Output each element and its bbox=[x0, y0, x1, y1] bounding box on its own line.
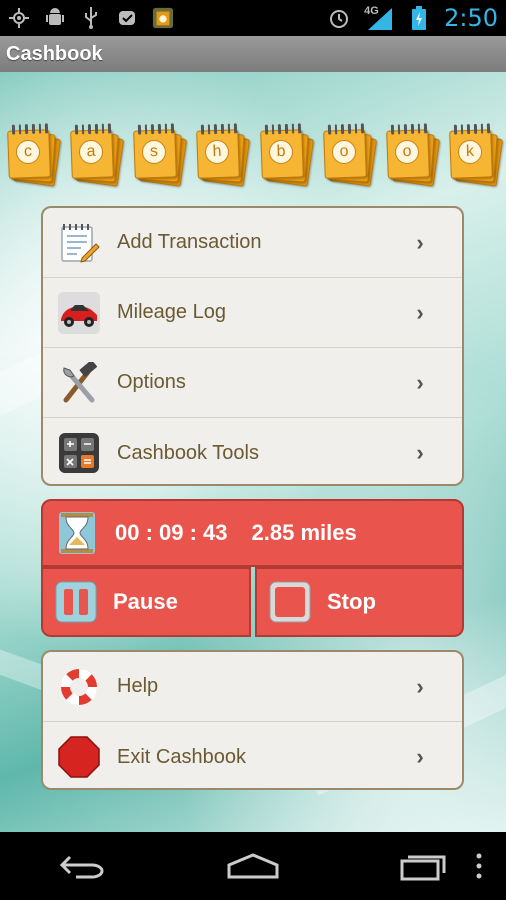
usb-icon bbox=[80, 7, 102, 29]
stop-sign-icon bbox=[57, 735, 101, 779]
notepad-letter-c: c bbox=[6, 123, 62, 187]
app-title: Cashbook bbox=[6, 43, 103, 65]
chevron-right-icon: › bbox=[416, 440, 424, 465]
overflow-menu-icon[interactable] bbox=[474, 851, 484, 881]
signal-icon: 4G bbox=[364, 5, 394, 30]
menu-item-mileage-log[interactable]: Mileage Log › bbox=[43, 278, 462, 348]
secondary-menu: Help › Exit Cashbook › bbox=[41, 650, 464, 790]
chevron-right-icon: › bbox=[416, 673, 424, 699]
stop-button[interactable]: Stop bbox=[255, 567, 464, 637]
app-title-bar: Cashbook bbox=[0, 36, 506, 72]
menu-label: Add Transaction bbox=[117, 231, 262, 253]
stop-label: Stop bbox=[327, 589, 376, 614]
battery-charging-icon bbox=[408, 6, 430, 30]
notepad-letter-a: a bbox=[69, 123, 125, 187]
menu-label: Help bbox=[117, 675, 159, 697]
menu-item-cashbook-tools[interactable]: Cashbook Tools › bbox=[43, 418, 462, 484]
cashbook-banner: c a s h b o o k bbox=[6, 123, 504, 188]
android-debug-icon bbox=[44, 7, 66, 29]
menu-item-add-transaction[interactable]: Add Transaction › bbox=[43, 208, 462, 278]
chevron-right-icon: › bbox=[416, 369, 424, 395]
stop-icon bbox=[269, 581, 311, 623]
gps-icon bbox=[8, 7, 30, 29]
notepad-letter-s: s bbox=[132, 123, 188, 187]
mileage-tracker: 00 : 09 : 43 2.85 miles Pause Stop bbox=[41, 499, 464, 638]
red-car-icon bbox=[57, 291, 101, 335]
back-icon[interactable] bbox=[58, 851, 108, 881]
notepad-letter-o: o bbox=[322, 123, 377, 187]
notepad-letter-o: o bbox=[385, 123, 440, 187]
network-type-label: 4G bbox=[364, 5, 379, 17]
pause-button[interactable]: Pause bbox=[41, 567, 251, 637]
system-navigation-bar bbox=[0, 832, 506, 900]
notepad-letter-h: h bbox=[195, 123, 251, 187]
hammer-wrench-icon bbox=[57, 361, 101, 405]
pause-label: Pause bbox=[113, 589, 178, 614]
recent-apps-icon[interactable] bbox=[398, 851, 448, 881]
notepad-letter-b: b bbox=[259, 123, 314, 187]
home-icon[interactable] bbox=[225, 851, 281, 881]
elapsed-time: 00 : 09 : 43 bbox=[115, 520, 228, 545]
cashbook-notification-icon bbox=[152, 7, 174, 29]
menu-item-help[interactable]: Help › bbox=[43, 652, 462, 722]
app-notification-icon bbox=[116, 7, 138, 29]
clock-time: 2:50 bbox=[444, 4, 498, 32]
menu-label: Cashbook Tools bbox=[117, 441, 259, 464]
pause-icon bbox=[55, 581, 97, 623]
calculator-icon bbox=[57, 431, 101, 475]
tracker-readout: 00 : 09 : 43 2.85 miles bbox=[41, 499, 464, 567]
notepad-pencil-icon bbox=[57, 221, 101, 265]
main-menu: Add Transaction › Mileage Log › Options … bbox=[41, 206, 464, 486]
chevron-right-icon: › bbox=[416, 229, 424, 255]
menu-label: Exit Cashbook bbox=[117, 745, 246, 768]
menu-label: Options bbox=[117, 371, 186, 393]
banner-letter: b bbox=[268, 139, 293, 165]
chevron-right-icon: › bbox=[416, 744, 424, 769]
lifebuoy-icon bbox=[57, 665, 101, 709]
menu-item-exit-cashbook[interactable]: Exit Cashbook › bbox=[43, 722, 462, 788]
hourglass-icon bbox=[59, 512, 95, 554]
main-content: c a s h b o o k Add Transaction › Mileag… bbox=[0, 72, 506, 832]
status-bar: 4G 2:50 bbox=[0, 0, 506, 36]
notepad-letter-k: k bbox=[448, 123, 504, 187]
chevron-right-icon: › bbox=[416, 299, 424, 325]
alarm-icon bbox=[328, 7, 350, 29]
menu-label: Mileage Log bbox=[117, 301, 226, 323]
menu-item-options[interactable]: Options › bbox=[43, 348, 462, 418]
distance-readout: 2.85 miles bbox=[251, 520, 357, 545]
